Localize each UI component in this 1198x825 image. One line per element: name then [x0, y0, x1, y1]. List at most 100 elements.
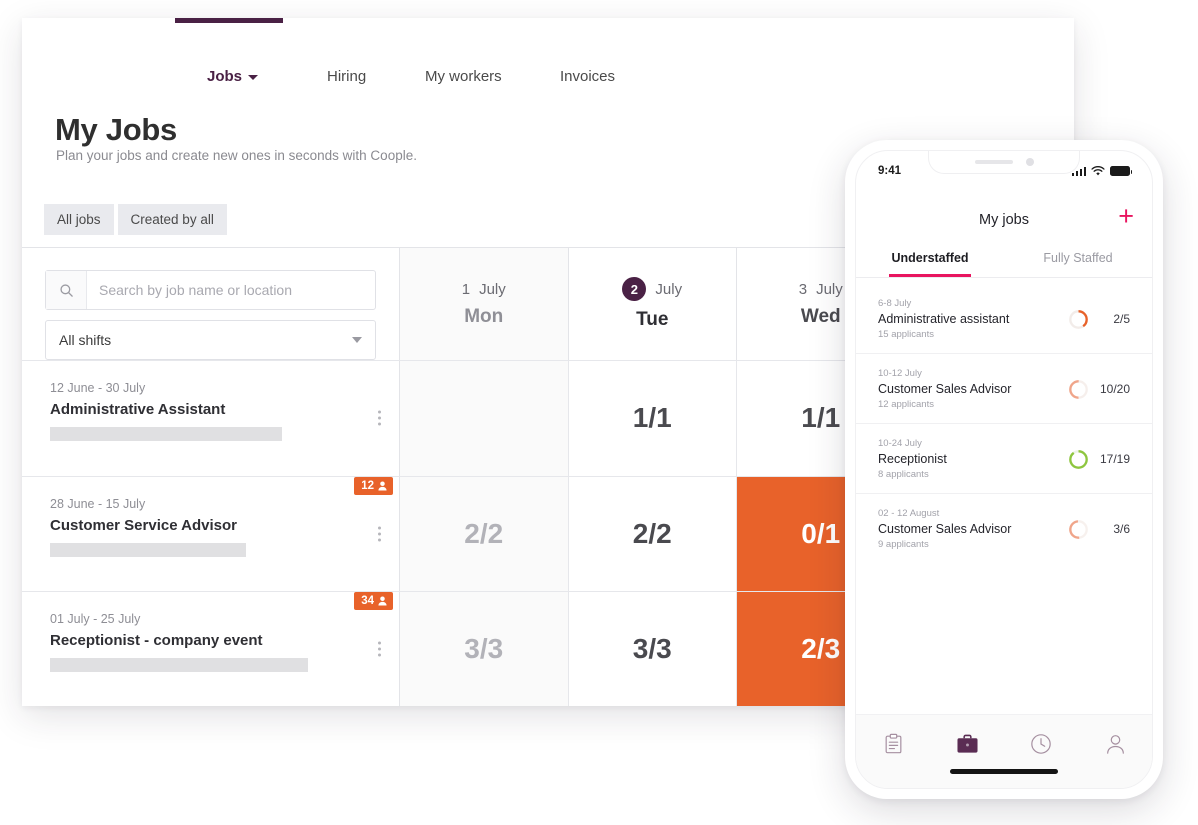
calendar-cell[interactable]: 2/2 — [400, 476, 569, 592]
job-date-range: 6-8 July — [878, 298, 912, 309]
chip-all-jobs[interactable]: All jobs — [44, 204, 114, 235]
job-date-range: 12 June - 30 July — [50, 381, 146, 395]
nav-hours[interactable] — [1024, 729, 1058, 759]
tab-fully-staffed[interactable]: Fully Staffed — [1004, 243, 1152, 277]
row-menu-button[interactable] — [378, 641, 381, 657]
chevron-down-icon — [352, 337, 362, 343]
job-applicants: 12 applicants — [878, 399, 934, 410]
nav-item-hiring[interactable]: Hiring — [327, 68, 366, 85]
job-name: Administrative assistant — [878, 312, 1010, 326]
job-name: Customer Sales Advisor — [878, 382, 1012, 396]
speaker-icon — [974, 160, 1013, 164]
calendar-cell[interactable]: 2/2 — [568, 476, 737, 592]
clipboard-icon — [885, 733, 901, 754]
phone-screen: 9:41 My jobs + Understaffed Fully Staffe… — [855, 150, 1153, 789]
mobile-app-mockup: 9:41 My jobs + Understaffed Fully Staffe… — [845, 140, 1163, 799]
job-info-cell[interactable]: 34 01 July - 25 July Receptionist - comp… — [22, 592, 400, 706]
staffing-ratio: 10/20 — [1099, 382, 1130, 396]
job-date-range: 10-12 July — [878, 368, 922, 379]
tab-understaffed[interactable]: Understaffed — [856, 243, 1004, 277]
calendar-day-header-2[interactable]: 2 July Tue — [568, 248, 737, 360]
nav-item-jobs[interactable]: Jobs — [207, 68, 259, 85]
job-applicants: 15 applicants — [878, 329, 934, 340]
applicants-count: 12 — [361, 479, 374, 492]
list-item[interactable]: 10-24 July Receptionist 8 applicants 17/… — [856, 424, 1152, 494]
page-title: My Jobs — [55, 112, 177, 147]
wifi-icon — [1091, 165, 1105, 175]
day-weekday: Mon — [464, 305, 504, 327]
list-item[interactable]: 6-8 July Administrative assistant 15 app… — [856, 284, 1152, 354]
signal-icon — [1071, 166, 1086, 176]
day-month: July — [479, 280, 506, 298]
home-indicator — [950, 769, 1058, 774]
job-placeholder-bar — [50, 658, 308, 673]
search-icon — [46, 271, 87, 309]
calendar-cell[interactable]: 3/3 — [400, 592, 569, 706]
phone-bottom-nav — [856, 714, 1152, 788]
list-item[interactable]: 02 - 12 August Customer Sales Advisor 9 … — [856, 494, 1152, 563]
job-applicants: 9 applicants — [878, 539, 929, 550]
progress-ring-icon — [1069, 449, 1088, 469]
person-icon — [378, 596, 387, 606]
job-name: Customer Service Advisor — [50, 516, 238, 534]
job-info-cell[interactable]: 12 28 June - 15 July Customer Service Ad… — [22, 476, 400, 592]
job-date-range: 01 July - 25 July — [50, 612, 141, 627]
row-menu-button[interactable] — [378, 526, 381, 542]
calendar-cell[interactable] — [400, 361, 569, 476]
nav-jobs[interactable] — [950, 729, 984, 759]
job-date-range: 02 - 12 August — [878, 508, 940, 519]
job-placeholder-bar — [50, 542, 246, 557]
job-name: Customer Sales Advisor — [878, 522, 1012, 536]
job-name: Receptionist — [878, 452, 947, 466]
nav-item-jobs-label: Jobs — [207, 68, 243, 85]
nav-clipboard[interactable] — [876, 729, 910, 759]
briefcase-icon — [956, 734, 978, 753]
progress-ring-icon — [1069, 379, 1088, 399]
screenshot-root: Jobs Hiring My workers Invoices My Jobs … — [0, 0, 1198, 825]
job-date-range: 28 June - 15 July — [50, 496, 146, 511]
day-month: July — [655, 280, 683, 298]
clock-icon — [1031, 734, 1051, 754]
job-name: Administrative Assistant — [50, 401, 226, 418]
status-bar: 9:41 — [856, 165, 1152, 177]
job-date-range: 10-24 July — [878, 438, 922, 449]
filter-chip-group: All jobs Created by all — [44, 204, 227, 235]
job-placeholder-bar — [50, 427, 282, 441]
job-name: Receptionist - company event — [50, 632, 263, 650]
battery-icon — [1110, 166, 1132, 176]
staffing-ratio: 17/19 — [1099, 452, 1130, 466]
day-month: July — [816, 280, 843, 298]
page-subtitle: Plan your jobs and create new ones in se… — [56, 148, 417, 163]
nav-item-invoices[interactable]: Invoices — [560, 68, 615, 85]
search-input[interactable] — [87, 282, 375, 298]
search-box[interactable] — [45, 270, 376, 310]
shift-filter-value: All shifts — [59, 332, 112, 348]
phone-tab-bar: Understaffed Fully Staffed — [856, 243, 1152, 278]
status-time: 9:41 — [878, 165, 902, 177]
staffing-ratio: 2/5 — [1113, 312, 1130, 326]
table-filters-cell: All shifts — [22, 248, 400, 360]
shift-filter-select[interactable]: All shifts — [45, 320, 376, 360]
nav-profile[interactable] — [1098, 729, 1132, 759]
applicants-badge[interactable]: 12 — [354, 476, 393, 495]
day-weekday: Wed — [800, 305, 841, 327]
applicants-count: 34 — [361, 595, 374, 608]
day-weekday: Tue — [636, 309, 669, 330]
calendar-cell[interactable]: 1/1 — [568, 361, 737, 476]
list-item[interactable]: 10-12 July Customer Sales Advisor 12 app… — [856, 354, 1152, 424]
job-applicants: 8 applicants — [878, 469, 929, 480]
job-info-cell[interactable]: 12 June - 30 July Administrative Assista… — [22, 361, 400, 476]
add-job-button[interactable]: + — [1118, 203, 1134, 230]
progress-ring-icon — [1069, 309, 1088, 329]
chip-created-by-all[interactable]: Created by all — [117, 204, 227, 235]
calendar-day-header-1[interactable]: 1 July Mon — [400, 248, 569, 360]
person-icon — [378, 481, 387, 491]
phone-header: My jobs — [856, 205, 1152, 235]
staffing-ratio: 3/6 — [1113, 522, 1130, 536]
applicants-badge[interactable]: 34 — [354, 592, 393, 611]
person-icon — [1106, 735, 1124, 754]
row-menu-button[interactable] — [378, 410, 381, 426]
calendar-cell[interactable]: 3/3 — [568, 592, 737, 706]
day-number: 3 — [798, 280, 808, 298]
nav-item-my-workers[interactable]: My workers — [425, 68, 502, 85]
